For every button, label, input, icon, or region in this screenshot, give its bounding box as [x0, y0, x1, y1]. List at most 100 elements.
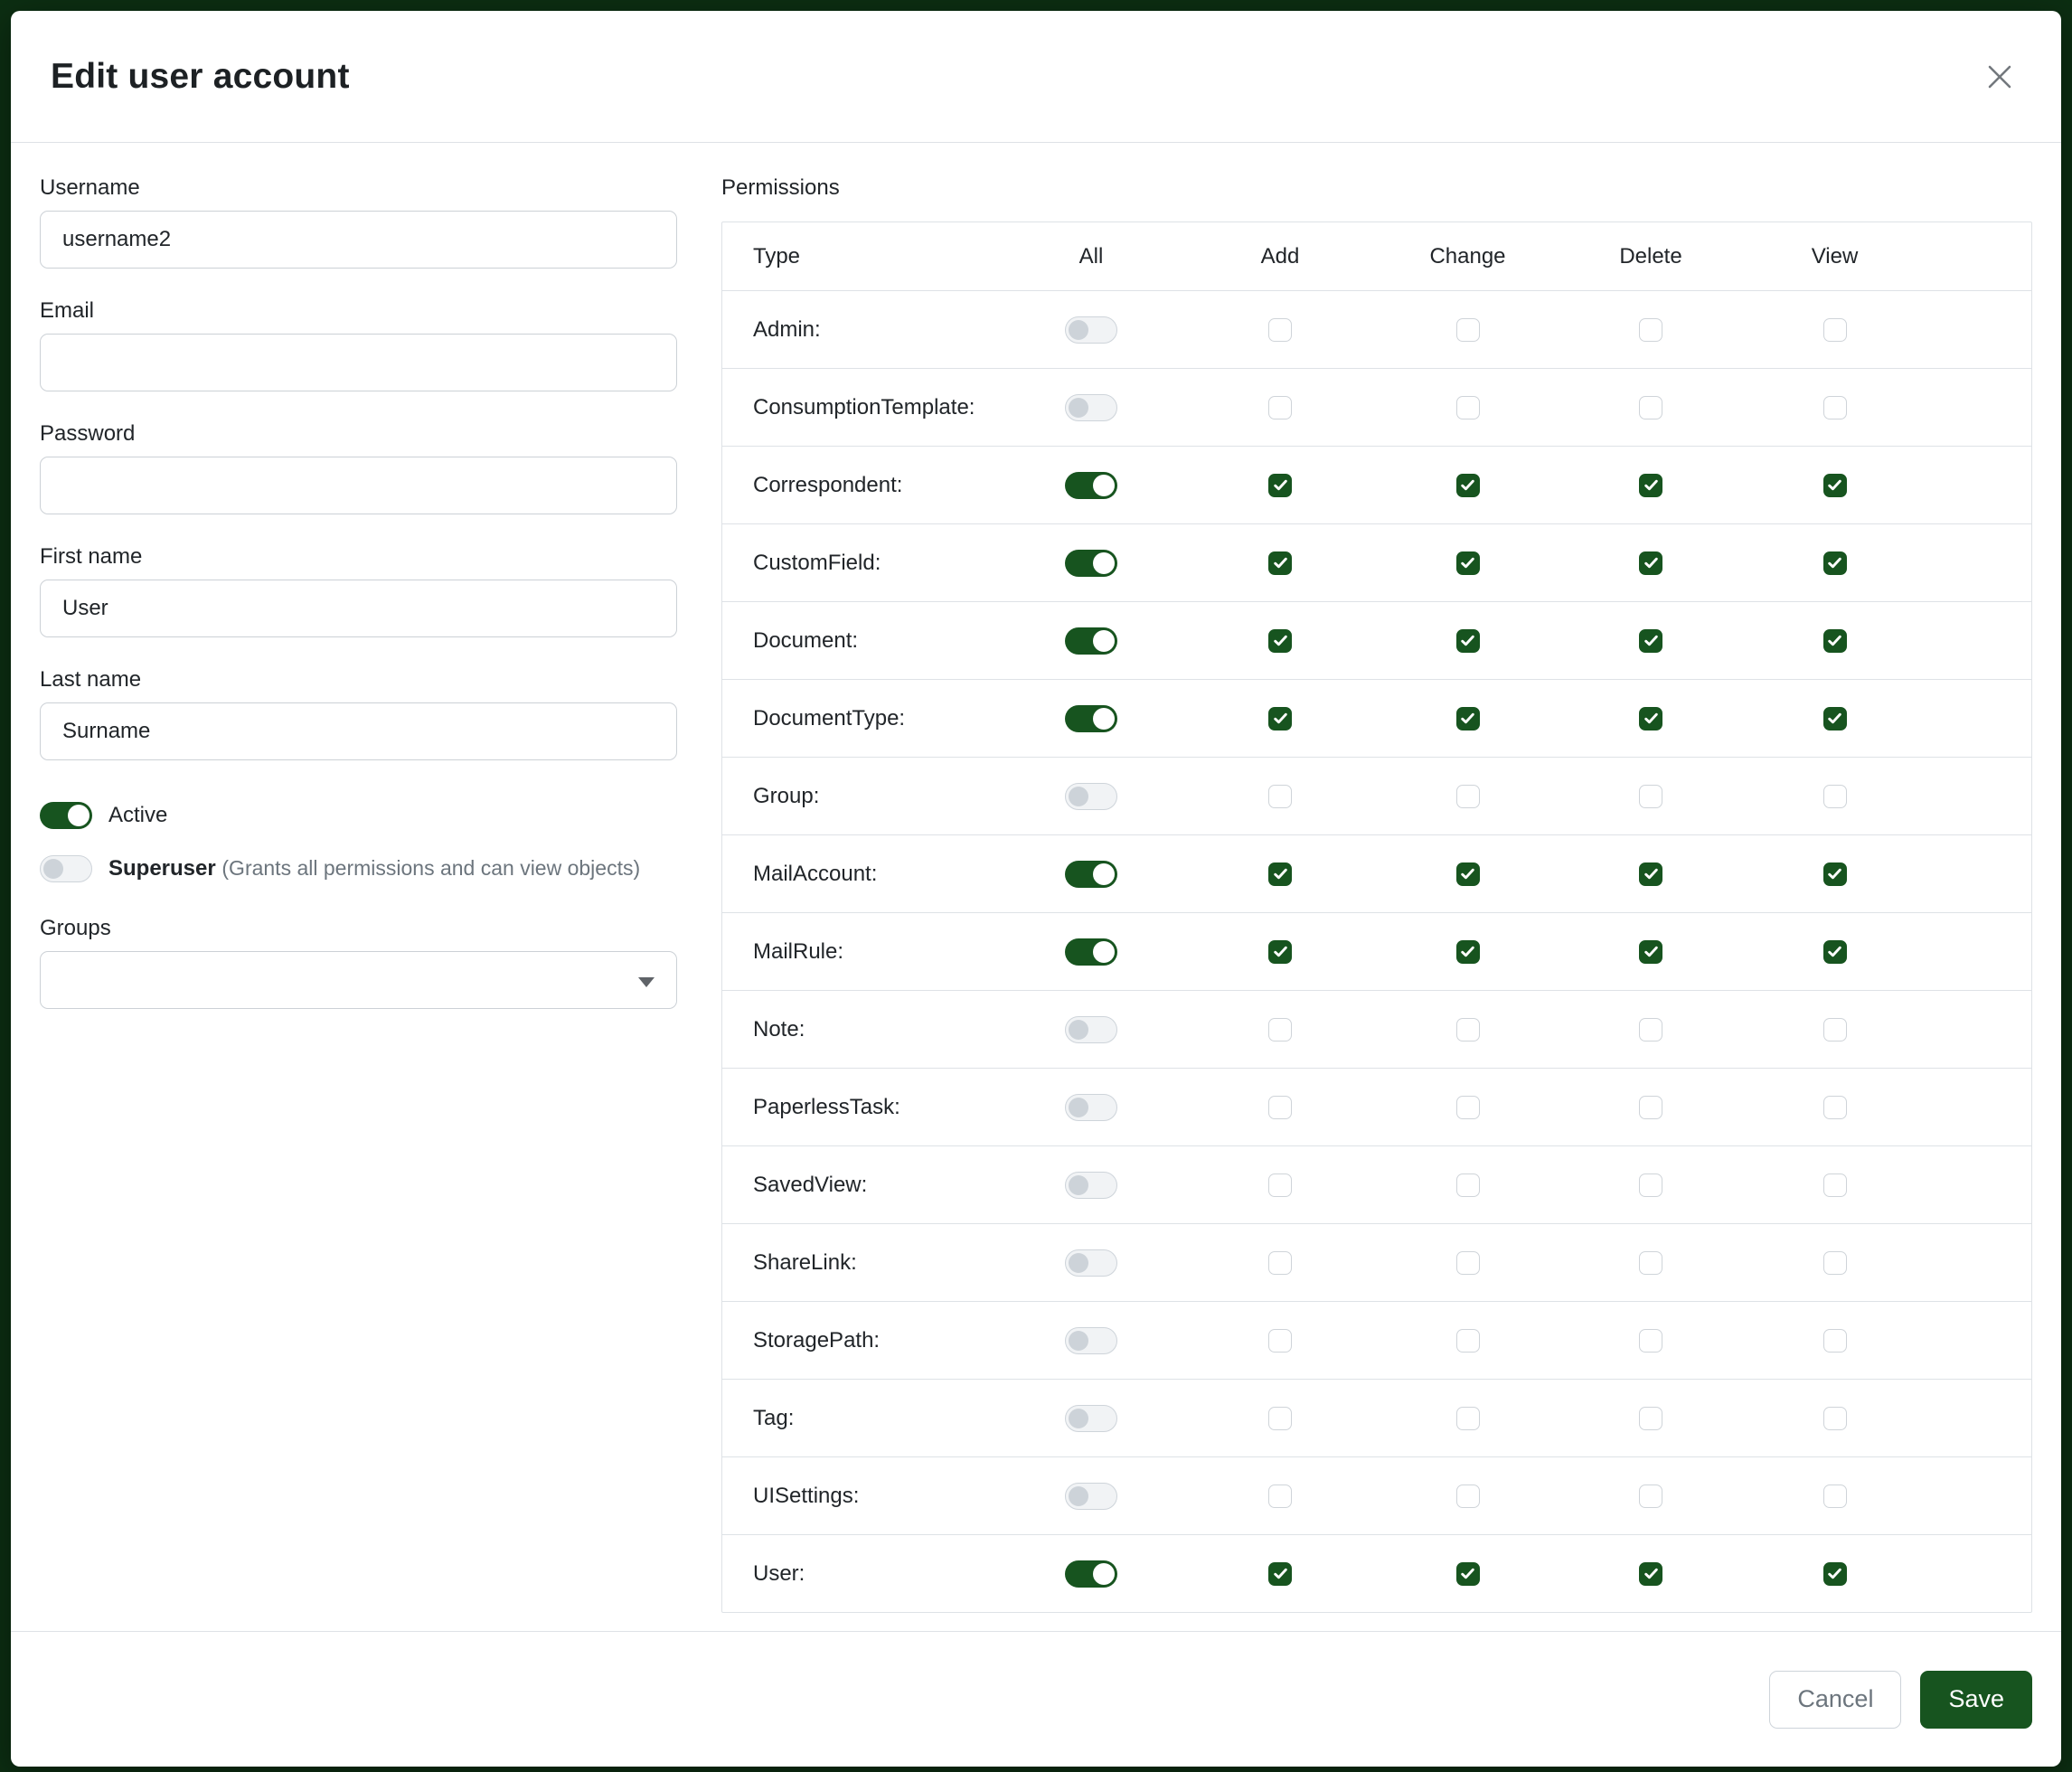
- permission-view-cell: [1742, 474, 1927, 497]
- active-toggle[interactable]: [40, 802, 92, 829]
- permission-add-checkbox[interactable]: [1268, 318, 1292, 342]
- permission-all-toggle[interactable]: [1065, 1327, 1117, 1354]
- permission-add-checkbox[interactable]: [1268, 1018, 1292, 1042]
- permission-all-toggle[interactable]: [1065, 394, 1117, 421]
- permission-view-checkbox[interactable]: [1823, 1485, 1847, 1508]
- permission-delete-checkbox[interactable]: [1639, 1251, 1662, 1275]
- permission-delete-checkbox[interactable]: [1639, 940, 1662, 964]
- permission-all-toggle[interactable]: [1065, 1249, 1117, 1277]
- permission-change-checkbox[interactable]: [1456, 1251, 1480, 1275]
- permission-add-checkbox[interactable]: [1268, 1562, 1292, 1586]
- permission-delete-checkbox[interactable]: [1639, 1485, 1662, 1508]
- permission-add-checkbox[interactable]: [1268, 1096, 1292, 1119]
- permission-change-checkbox[interactable]: [1456, 551, 1480, 575]
- permission-delete-checkbox[interactable]: [1639, 785, 1662, 808]
- permission-all-toggle[interactable]: [1065, 705, 1117, 732]
- permission-add-checkbox[interactable]: [1268, 862, 1292, 886]
- permission-all-toggle[interactable]: [1065, 861, 1117, 888]
- permission-delete-checkbox[interactable]: [1639, 1562, 1662, 1586]
- permission-change-checkbox[interactable]: [1456, 707, 1480, 730]
- check-icon: [1643, 476, 1660, 494]
- last-name-input[interactable]: [40, 702, 677, 760]
- permission-change-checkbox[interactable]: [1456, 1407, 1480, 1430]
- permission-change-checkbox[interactable]: [1456, 1485, 1480, 1508]
- permission-add-checkbox[interactable]: [1268, 629, 1292, 653]
- permission-add-checkbox[interactable]: [1268, 396, 1292, 419]
- permission-add-checkbox[interactable]: [1268, 785, 1292, 808]
- save-button[interactable]: Save: [1920, 1671, 2032, 1729]
- permission-all-toggle[interactable]: [1065, 316, 1117, 344]
- permission-delete-checkbox[interactable]: [1639, 1173, 1662, 1197]
- close-button[interactable]: [1974, 52, 2025, 102]
- permission-all-toggle[interactable]: [1065, 472, 1117, 499]
- cancel-button[interactable]: Cancel: [1769, 1671, 1901, 1729]
- permission-view-checkbox[interactable]: [1823, 1018, 1847, 1042]
- permission-add-checkbox[interactable]: [1268, 1407, 1292, 1430]
- permission-view-checkbox[interactable]: [1823, 1096, 1847, 1119]
- permission-change-checkbox[interactable]: [1456, 1018, 1480, 1042]
- permission-add-checkbox[interactable]: [1268, 1173, 1292, 1197]
- permission-delete-checkbox[interactable]: [1639, 1018, 1662, 1042]
- permission-change-checkbox[interactable]: [1456, 940, 1480, 964]
- permission-change-checkbox[interactable]: [1456, 396, 1480, 419]
- permission-change-checkbox[interactable]: [1456, 785, 1480, 808]
- permission-delete-checkbox[interactable]: [1639, 396, 1662, 419]
- permission-change-checkbox[interactable]: [1456, 474, 1480, 497]
- permission-view-checkbox[interactable]: [1823, 551, 1847, 575]
- permission-add-checkbox[interactable]: [1268, 551, 1292, 575]
- permission-all-toggle[interactable]: [1065, 938, 1117, 966]
- permission-delete-checkbox[interactable]: [1639, 862, 1662, 886]
- permission-all-toggle[interactable]: [1065, 1094, 1117, 1121]
- permission-change-checkbox[interactable]: [1456, 629, 1480, 653]
- permission-all-toggle[interactable]: [1065, 1016, 1117, 1043]
- permission-change-checkbox[interactable]: [1456, 862, 1480, 886]
- first-name-input[interactable]: [40, 580, 677, 637]
- permission-add-checkbox[interactable]: [1268, 940, 1292, 964]
- permission-view-checkbox[interactable]: [1823, 1562, 1847, 1586]
- username-input[interactable]: [40, 211, 677, 269]
- permission-delete-checkbox[interactable]: [1639, 707, 1662, 730]
- permission-view-checkbox[interactable]: [1823, 785, 1847, 808]
- permission-change-checkbox[interactable]: [1456, 1329, 1480, 1353]
- permission-view-checkbox[interactable]: [1823, 1173, 1847, 1197]
- permission-change-checkbox[interactable]: [1456, 1173, 1480, 1197]
- permission-delete-checkbox[interactable]: [1639, 474, 1662, 497]
- permission-view-checkbox[interactable]: [1823, 707, 1847, 730]
- permission-all-toggle[interactable]: [1065, 783, 1117, 810]
- password-input[interactable]: [40, 457, 677, 514]
- permission-all-toggle[interactable]: [1065, 1405, 1117, 1432]
- permission-add-checkbox[interactable]: [1268, 707, 1292, 730]
- permission-change-checkbox[interactable]: [1456, 1562, 1480, 1586]
- permission-all-toggle[interactable]: [1065, 1560, 1117, 1588]
- permission-delete-checkbox[interactable]: [1639, 629, 1662, 653]
- permission-add-checkbox[interactable]: [1268, 1485, 1292, 1508]
- permission-delete-checkbox[interactable]: [1639, 1407, 1662, 1430]
- permission-add-checkbox[interactable]: [1268, 1329, 1292, 1353]
- permission-add-checkbox[interactable]: [1268, 1251, 1292, 1275]
- check-icon: [1459, 632, 1476, 649]
- permission-view-checkbox[interactable]: [1823, 1407, 1847, 1430]
- permission-all-toggle[interactable]: [1065, 627, 1117, 655]
- permission-all-toggle[interactable]: [1065, 1483, 1117, 1510]
- permission-change-checkbox[interactable]: [1456, 1096, 1480, 1119]
- permission-view-checkbox[interactable]: [1823, 1251, 1847, 1275]
- permission-delete-checkbox[interactable]: [1639, 1096, 1662, 1119]
- permission-view-checkbox[interactable]: [1823, 1329, 1847, 1353]
- permission-view-checkbox[interactable]: [1823, 396, 1847, 419]
- permission-add-checkbox[interactable]: [1268, 474, 1292, 497]
- permission-view-checkbox[interactable]: [1823, 629, 1847, 653]
- permission-view-checkbox[interactable]: [1823, 318, 1847, 342]
- permission-delete-checkbox[interactable]: [1639, 318, 1662, 342]
- permission-change-checkbox[interactable]: [1456, 318, 1480, 342]
- check-icon: [1459, 710, 1476, 727]
- groups-select[interactable]: [40, 951, 677, 1009]
- permission-delete-checkbox[interactable]: [1639, 551, 1662, 575]
- email-input[interactable]: [40, 334, 677, 391]
- permission-delete-checkbox[interactable]: [1639, 1329, 1662, 1353]
- permission-all-toggle[interactable]: [1065, 1172, 1117, 1199]
- permission-view-checkbox[interactable]: [1823, 862, 1847, 886]
- superuser-toggle[interactable]: [40, 855, 92, 882]
- permission-view-checkbox[interactable]: [1823, 940, 1847, 964]
- permission-all-toggle[interactable]: [1065, 550, 1117, 577]
- permission-view-checkbox[interactable]: [1823, 474, 1847, 497]
